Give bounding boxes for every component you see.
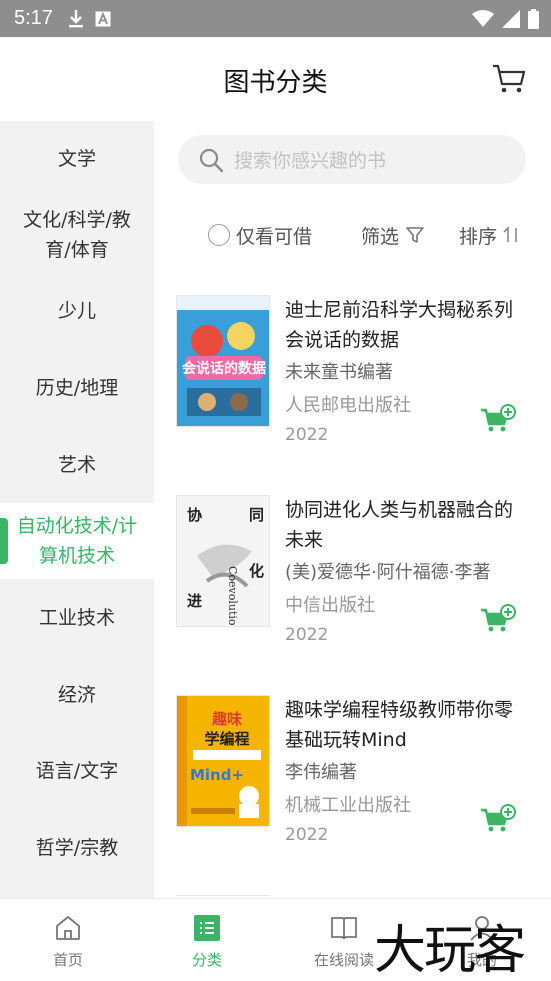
sidebar-item-art[interactable]: 艺术: [0, 427, 154, 503]
book-cover: 协 同 进 化 Coevolution: [176, 495, 270, 627]
only-available-toggle[interactable]: 仅看可借: [208, 210, 312, 260]
svg-text:同: 同: [249, 506, 264, 524]
sidebar-item-philosophy-religion[interactable]: 哲学/宗教: [0, 809, 154, 887]
add-to-cart-icon[interactable]: [480, 804, 516, 834]
category-sidebar: 文学 文化/科学/教育/体育 少儿 历史/地理 艺术 自动化技术/计算机技术 工…: [0, 121, 154, 898]
book-year: 2022: [285, 425, 329, 445]
radio-icon: [208, 224, 230, 246]
download-icon: [68, 9, 83, 27]
book-title: 趣味学编程特级教师带你零基础玩转Mind: [285, 699, 514, 751]
battery-icon: [528, 8, 539, 29]
svg-text:化: 化: [249, 562, 264, 580]
svg-text:Mind+: Mind+: [190, 766, 244, 784]
status-time: 5:17: [14, 7, 53, 29]
category-icon: [194, 915, 220, 941]
filter-bar: 仅看可借 筛选 排序: [154, 210, 551, 260]
sidebar-active-indicator: [0, 518, 8, 564]
filter-icon: [406, 227, 424, 243]
book-author: (美)爱德华·阿什福德·李著: [285, 562, 491, 583]
svg-text:协: 协: [187, 506, 202, 524]
svg-text:进: 进: [187, 592, 202, 610]
book-open-icon: [331, 917, 357, 940]
add-to-cart-icon[interactable]: [480, 604, 516, 634]
search-placeholder: 搜索你感兴趣的书: [234, 150, 387, 172]
book-item[interactable]: 趣味 学编程 Mind+ 趣味学编程特级教师带你零基础玩转Mind 李伟编著 机…: [154, 695, 551, 875]
signal-icon: [502, 9, 520, 28]
book-cover: 趣味 学编程 Mind+: [176, 695, 270, 827]
status-bar: 5:17: [0, 0, 551, 37]
cart-icon[interactable]: [491, 63, 527, 95]
svg-text:学编程: 学编程: [204, 730, 249, 748]
book-year: 2022: [285, 625, 329, 645]
sidebar-item-industrial-tech[interactable]: 工业技术: [0, 579, 154, 657]
book-publisher: 人民邮电出版社: [285, 395, 411, 416]
book-item[interactable]: 协 同 进 化 Coevolution 协同进化人类与机器融合的未来 (美)爱德…: [154, 495, 551, 675]
svg-text:会说话的数据: 会说话的数据: [182, 360, 266, 377]
book-title: 迪士尼前沿科学大揭秘系列会说话的数据: [285, 299, 514, 351]
sidebar-item-culture-science[interactable]: 文化/科学/教育/体育: [0, 197, 154, 273]
text-icon: [95, 11, 111, 26]
book-publisher: 机械工业出版社: [285, 795, 411, 816]
tab-online-reading[interactable]: 在线阅读: [306, 899, 382, 981]
add-to-cart-icon[interactable]: [480, 404, 516, 434]
tab-home[interactable]: 首页: [38, 899, 98, 981]
sidebar-item-literature[interactable]: 文学: [0, 121, 154, 197]
book-item[interactable]: 会说话的数据 迪士尼前沿科学大揭秘系列会说话的数据 未来童书编著 人民邮电出版社…: [154, 295, 551, 475]
svg-text:趣味: 趣味: [211, 710, 242, 728]
filter-button[interactable]: 筛选: [361, 210, 425, 260]
book-cover: 会说话的数据: [176, 295, 270, 427]
app-header: 图书分类: [0, 37, 551, 121]
book-author: 未来童书编著: [285, 362, 393, 383]
sort-icon: [503, 226, 517, 242]
search-icon: [199, 148, 224, 172]
sidebar-item-history-geography[interactable]: 历史/地理: [0, 349, 154, 427]
book-publisher: 中信出版社: [285, 595, 375, 616]
sidebar-item-automation-computing[interactable]: 自动化技术/计算机技术: [0, 503, 154, 579]
sidebar-item-children[interactable]: 少儿: [0, 273, 154, 349]
tab-category[interactable]: 分类: [177, 899, 237, 981]
sidebar-item-language[interactable]: 语言/文字: [0, 733, 154, 809]
book-author: 李伟编著: [285, 762, 357, 783]
home-icon: [56, 916, 80, 940]
search-input[interactable]: 搜索你感兴趣的书: [178, 135, 526, 184]
wifi-icon: [472, 9, 494, 27]
book-year: 2022: [285, 825, 329, 845]
sort-button[interactable]: 排序: [459, 210, 522, 260]
sidebar-item-economics[interactable]: 经济: [0, 657, 154, 733]
book-title: 协同进化人类与机器融合的未来: [285, 499, 514, 551]
watermark-logo: 大玩客: [374, 921, 526, 981]
svg-text:Coevolution: Coevolution: [226, 566, 239, 627]
page-title: 图书分类: [223, 68, 328, 98]
